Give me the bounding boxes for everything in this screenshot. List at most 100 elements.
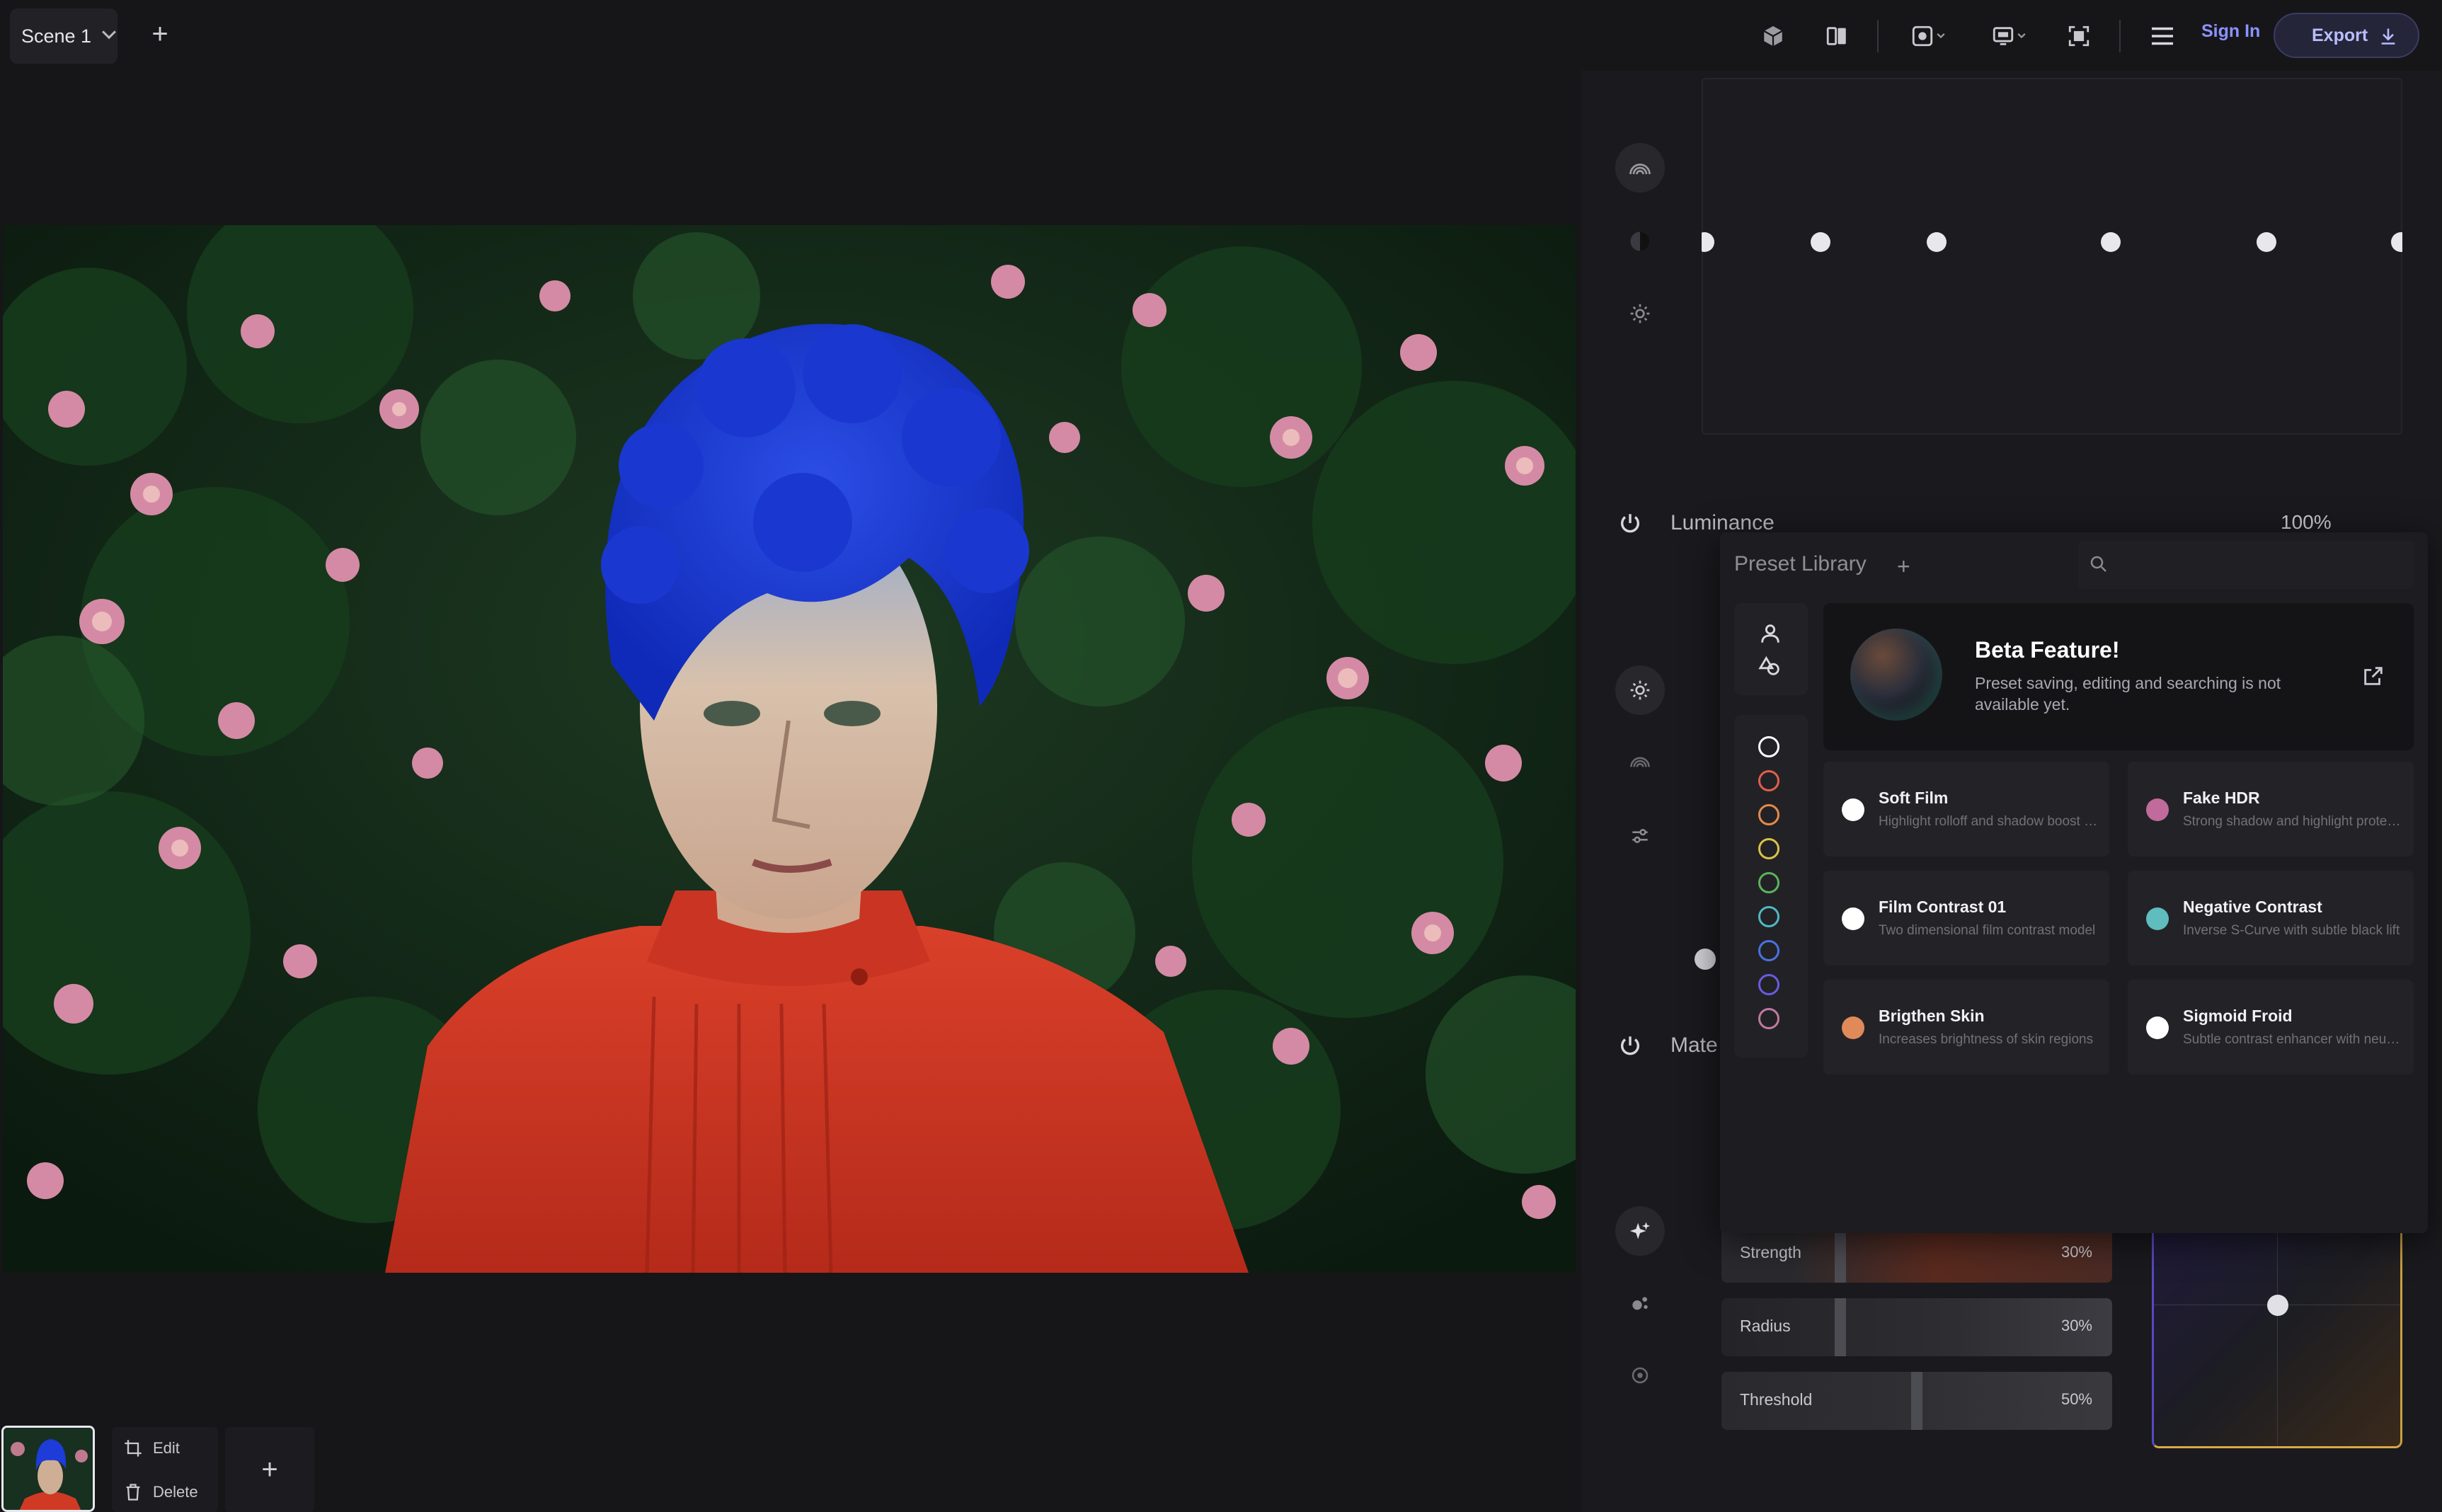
add-preset-button[interactable]: +	[1897, 554, 1910, 580]
picker-handle[interactable]	[2267, 1295, 2288, 1316]
preset-description: Strong shadow and highlight protection	[2183, 814, 2402, 829]
fit-screen-icon[interactable]	[2061, 18, 2097, 54]
scene-actions: Edit Delete	[112, 1427, 218, 1512]
preset-description: Increases brightness of skin regions	[1879, 1032, 2094, 1047]
radius-slider[interactable]: Radius 30%	[1721, 1298, 2112, 1356]
hue-curve-box[interactable]	[1702, 78, 2402, 435]
color-filter-dot[interactable]	[1758, 940, 1779, 961]
person-icon[interactable]	[1758, 622, 1782, 649]
menu-icon[interactable]	[2145, 18, 2180, 54]
trash-icon	[126, 1484, 140, 1501]
preset-title: Sigmoid Froid	[2183, 1007, 2293, 1025]
preset-title: Film Contrast 01	[1879, 898, 2007, 916]
slider-value: 30%	[2060, 1243, 2092, 1261]
external-link-icon[interactable]	[2361, 664, 2385, 692]
sun-icon[interactable]	[1615, 665, 1665, 715]
material-title[interactable]: Mate	[1670, 1033, 1718, 1058]
preset-card[interactable]: Brigthen Skin Increases brightness of sk…	[1823, 980, 2109, 1075]
export-label: Export	[2312, 25, 2368, 45]
rainbow-icon[interactable]	[1622, 743, 1658, 779]
cube-icon[interactable]	[1755, 18, 1791, 54]
scatter-icon[interactable]	[1622, 1285, 1658, 1321]
preset-color-dot	[1842, 798, 1864, 821]
preset-card[interactable]: Negative Contrast Inverse S-Curve with s…	[2128, 871, 2414, 966]
rainbow-icon[interactable]	[1615, 143, 1665, 193]
delete-button[interactable]: Delete	[123, 1482, 198, 1502]
beta-orb	[1850, 629, 1942, 721]
add-scene-button[interactable]: +	[146, 20, 174, 48]
scene-tab[interactable]: Scene 1	[10, 8, 117, 64]
beta-description: Preset saving, editing and searching is …	[1975, 674, 2281, 714]
threshold-slider[interactable]: Threshold 50%	[1721, 1372, 2112, 1430]
preset-color-dot	[2146, 1016, 2169, 1039]
slider-label: Strength	[1740, 1243, 1801, 1261]
preset-search-input[interactable]	[2078, 541, 2414, 589]
slider-handle[interactable]	[1835, 1298, 1846, 1356]
edit-label: Edit	[153, 1439, 180, 1457]
search-icon	[2088, 554, 2109, 578]
luminance-title[interactable]: Luminance	[1670, 511, 1775, 535]
slider-handle[interactable]	[1911, 1372, 1922, 1430]
target-icon[interactable]	[1622, 1358, 1658, 1393]
color-filter-column	[1734, 715, 1808, 1058]
slider-value: 50%	[2060, 1390, 2092, 1408]
strength-slider[interactable]: Strength 30%	[1721, 1225, 2112, 1283]
preset-color-dot	[2146, 798, 2169, 821]
preset-title: Negative Contrast	[2183, 898, 2322, 916]
preset-color-dot	[1842, 1016, 1864, 1039]
shapes-icon[interactable]	[1758, 654, 1782, 682]
power-icon[interactable]	[1612, 1028, 1648, 1063]
sign-in-link[interactable]: Sign In	[2201, 21, 2260, 42]
chevron-down-icon	[102, 25, 116, 40]
preset-description: Two dimensional film contrast model	[1879, 923, 2096, 938]
sun-icon[interactable]	[1622, 296, 1658, 331]
delete-label: Delete	[153, 1483, 198, 1501]
luminance-percent[interactable]: 100%	[2281, 511, 2332, 534]
crop-icon	[125, 1440, 142, 1457]
power-icon[interactable]	[1612, 505, 1648, 541]
preset-title: Soft Film	[1879, 789, 1949, 807]
color-filter-dot[interactable]	[1758, 770, 1779, 791]
scene-thumbnail[interactable]	[1, 1426, 95, 1512]
display-icon[interactable]	[1982, 18, 2036, 54]
preset-description: Highlight rolloff and shadow boost for a…	[1879, 814, 2098, 829]
preset-title: Fake HDR	[2183, 789, 2260, 807]
toolbar-divider	[1877, 20, 1879, 52]
preset-description: Inverse S-Curve with subtle black lift	[2183, 923, 2400, 938]
preset-card[interactable]: Fake HDR Strong shadow and highlight pro…	[2128, 762, 2414, 857]
color-filter-dot[interactable]	[1758, 838, 1779, 859]
preset-category-column	[1734, 603, 1808, 695]
preset-color-dot	[2146, 907, 2169, 930]
slider-value: 30%	[2060, 1317, 2092, 1334]
toolbar-divider	[2119, 20, 2121, 52]
slider-label: Radius	[1740, 1317, 1791, 1335]
curve-handle[interactable]	[1695, 949, 1716, 970]
color-filter-dot[interactable]	[1758, 1008, 1779, 1029]
export-button[interactable]: Export	[2274, 13, 2419, 58]
add-scene-thumbnail-button[interactable]: +	[225, 1427, 314, 1512]
preset-color-dot	[1842, 907, 1864, 930]
slider-label: Threshold	[1740, 1390, 1813, 1409]
contrast-icon[interactable]	[1622, 224, 1658, 259]
color-filter-dot[interactable]	[1758, 974, 1779, 995]
preset-library-title: Preset Library	[1734, 552, 1867, 575]
beta-title: Beta Feature!	[1975, 637, 2120, 663]
slider-handle[interactable]	[1835, 1225, 1846, 1283]
edit-button[interactable]: Edit	[123, 1438, 180, 1458]
split-view-icon[interactable]	[1819, 18, 1855, 54]
preset-description: Subtle contrast enhancer with neutral to…	[2183, 1032, 2402, 1047]
canvas-image[interactable]	[3, 225, 1576, 1273]
color-filter-dot[interactable]	[1758, 872, 1779, 893]
preset-title: Brigthen Skin	[1879, 1007, 1985, 1025]
color-wheel-picker[interactable]	[2152, 1225, 2402, 1448]
preset-card[interactable]: Soft Film Highlight rolloff and shadow b…	[1823, 762, 2109, 857]
preset-card[interactable]: Film Contrast 01 Two dimensional film co…	[1823, 871, 2109, 966]
color-filter-dot[interactable]	[1758, 736, 1779, 757]
sliders-icon[interactable]	[1622, 818, 1658, 854]
compare-icon[interactable]	[1901, 18, 1955, 54]
preset-card[interactable]: Sigmoid Froid Subtle contrast enhancer w…	[2128, 980, 2414, 1075]
color-filter-dot[interactable]	[1758, 804, 1779, 825]
color-filter-dot[interactable]	[1758, 906, 1779, 927]
sparkle-icon[interactable]	[1615, 1206, 1665, 1256]
scene-tab-label: Scene 1	[21, 25, 92, 47]
